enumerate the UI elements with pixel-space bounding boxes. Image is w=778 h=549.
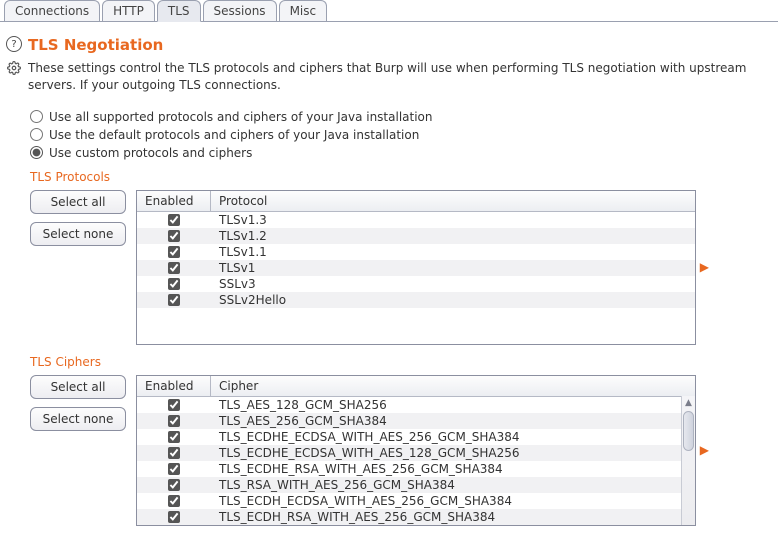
cipher-name: TLS_AES_128_GCM_SHA256: [211, 398, 681, 412]
protocol-enabled-checkbox[interactable]: [168, 246, 180, 258]
cipher-enabled-checkbox[interactable]: [168, 431, 180, 443]
table-row[interactable]: TLS_ECDHE_ECDSA_WITH_AES_256_GCM_SHA384: [137, 429, 681, 445]
table-row[interactable]: SSLv3: [137, 276, 695, 292]
cipher-enabled-checkbox[interactable]: [168, 415, 180, 427]
protocol-name: TLSv1: [211, 261, 695, 275]
cipher-enabled-checkbox[interactable]: [168, 479, 180, 491]
protocol-enabled-checkbox[interactable]: [168, 294, 180, 306]
table-row[interactable]: TLS_AES_128_GCM_SHA256: [137, 397, 681, 413]
radio-label: Use custom protocols and ciphers: [49, 146, 252, 160]
protocol-enabled-checkbox[interactable]: [168, 230, 180, 242]
protocols-table: Enabled Protocol TLSv1.3 TLSv1.2 TLSv1.1 TL…: [136, 190, 696, 345]
cipher-enabled-checkbox[interactable]: [168, 495, 180, 507]
section-description: These settings control the TLS protocols…: [28, 60, 768, 94]
table-row[interactable]: TLSv1.2: [137, 228, 695, 244]
tab-connections[interactable]: Connections: [4, 0, 100, 21]
ciphers-select-none-button[interactable]: Select none: [30, 407, 126, 431]
table-row[interactable]: TLSv1: [137, 260, 695, 276]
protocol-name: SSLv3: [211, 277, 695, 291]
cipher-name: TLS_AES_256_GCM_SHA384: [211, 414, 681, 428]
ciphers-table: Enabled Cipher TLS_AES_128_GCM_SHA256 TLS…: [136, 375, 696, 526]
protocols-col-enabled[interactable]: Enabled: [137, 191, 211, 211]
collapse-arrow-icon[interactable]: ▶: [700, 260, 709, 274]
radio-input-use-custom[interactable]: [30, 146, 43, 159]
cipher-enabled-checkbox[interactable]: [168, 399, 180, 411]
cipher-enabled-checkbox[interactable]: [168, 511, 180, 523]
radio-use-custom[interactable]: Use custom protocols and ciphers: [30, 146, 768, 160]
tls-mode-radios: Use all supported protocols and ciphers …: [6, 110, 768, 160]
scroll-up-icon[interactable]: ▲: [682, 396, 695, 410]
help-icon[interactable]: ?: [6, 36, 22, 52]
collapse-arrow-icon[interactable]: ▶: [700, 443, 709, 457]
protocols-select-all-button[interactable]: Select all: [30, 190, 126, 214]
tab-misc[interactable]: Misc: [279, 0, 328, 21]
gear-icon[interactable]: [6, 60, 22, 76]
radio-use-default[interactable]: Use the default protocols and ciphers of…: [30, 128, 768, 142]
protocols-select-none-button[interactable]: Select none: [30, 222, 126, 246]
radio-input-use-default[interactable]: [30, 128, 43, 141]
protocol-enabled-checkbox[interactable]: [168, 262, 180, 274]
ciphers-select-all-button[interactable]: Select all: [30, 375, 126, 399]
protocol-enabled-checkbox[interactable]: [168, 278, 180, 290]
cipher-name: TLS_ECDH_RSA_WITH_AES_256_GCM_SHA384: [211, 510, 681, 524]
cipher-name: TLS_ECDH_ECDSA_WITH_AES_256_GCM_SHA384: [211, 494, 681, 508]
table-row[interactable]: TLS_ECDH_RSA_WITH_AES_256_GCM_SHA384: [137, 509, 681, 525]
cipher-name: TLS_ECDHE_ECDSA_WITH_AES_256_GCM_SHA384: [211, 430, 681, 444]
radio-use-all[interactable]: Use all supported protocols and ciphers …: [30, 110, 768, 124]
protocol-name: TLSv1.3: [211, 213, 695, 227]
ciphers-col-cipher[interactable]: Cipher: [211, 376, 681, 396]
table-row[interactable]: TLS_ECDHE_RSA_WITH_AES_256_GCM_SHA384: [137, 461, 681, 477]
tab-sessions[interactable]: Sessions: [203, 0, 277, 21]
ciphers-col-enabled[interactable]: Enabled: [137, 376, 211, 396]
protocol-name: TLSv1.2: [211, 229, 695, 243]
table-row[interactable]: TLS_ECDHE_ECDSA_WITH_AES_128_GCM_SHA256: [137, 445, 681, 461]
radio-input-use-all[interactable]: [30, 110, 43, 123]
section-title: TLS Negotiation: [28, 36, 163, 54]
protocols-col-protocol[interactable]: Protocol: [211, 191, 695, 211]
radio-label: Use the default protocols and ciphers of…: [49, 128, 419, 142]
protocol-name: TLSv1.1: [211, 245, 695, 259]
ciphers-scrollbar[interactable]: ▲: [681, 396, 695, 525]
radio-label: Use all supported protocols and ciphers …: [49, 110, 433, 124]
cipher-name: TLS_ECDHE_RSA_WITH_AES_256_GCM_SHA384: [211, 462, 681, 476]
table-row[interactable]: TLSv1.3: [137, 212, 695, 228]
cipher-enabled-checkbox[interactable]: [168, 463, 180, 475]
cipher-enabled-checkbox[interactable]: [168, 447, 180, 459]
protocol-name: SSLv2Hello: [211, 293, 695, 307]
protocol-enabled-checkbox[interactable]: [168, 214, 180, 226]
table-row[interactable]: TLS_RSA_WITH_AES_256_GCM_SHA384: [137, 477, 681, 493]
table-row[interactable]: TLS_ECDH_ECDSA_WITH_AES_256_GCM_SHA384: [137, 493, 681, 509]
tab-tls[interactable]: TLS: [157, 0, 201, 22]
tab-bar: Connections HTTP TLS Sessions Misc: [0, 0, 778, 22]
cipher-name: TLS_RSA_WITH_AES_256_GCM_SHA384: [211, 478, 681, 492]
table-row[interactable]: TLSv1.1: [137, 244, 695, 260]
table-row[interactable]: SSLv2Hello: [137, 292, 695, 308]
protocols-heading: TLS Protocols: [30, 170, 768, 184]
tab-http[interactable]: HTTP: [102, 0, 155, 21]
scroll-thumb[interactable]: [683, 411, 694, 451]
cipher-name: TLS_ECDHE_ECDSA_WITH_AES_128_GCM_SHA256: [211, 446, 681, 460]
table-row[interactable]: TLS_AES_256_GCM_SHA384: [137, 413, 681, 429]
ciphers-heading: TLS Ciphers: [30, 355, 768, 369]
